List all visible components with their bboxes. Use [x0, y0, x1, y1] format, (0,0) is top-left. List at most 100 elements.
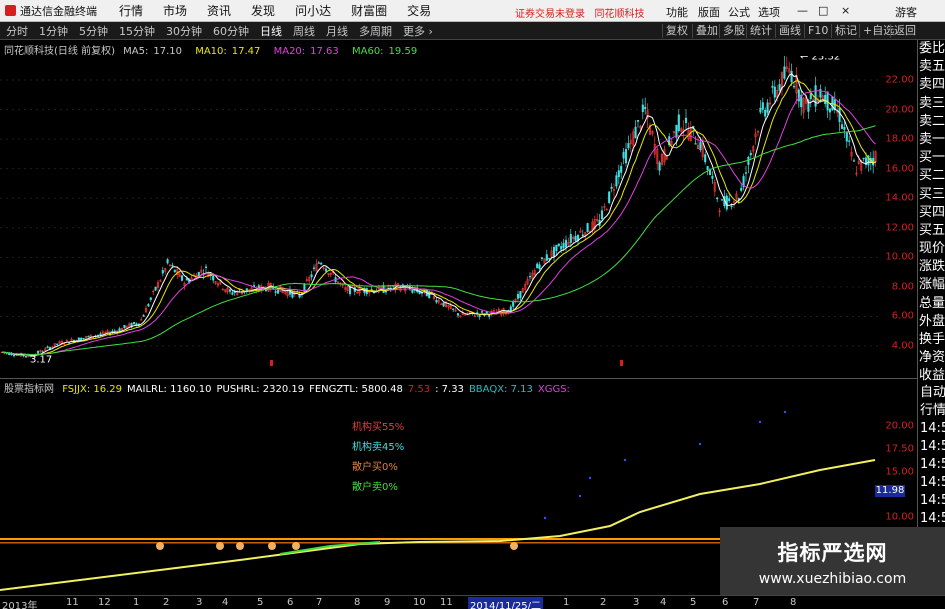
ma5-line [1, 73, 876, 357]
candle-body [852, 160, 856, 162]
candle-body [512, 301, 515, 307]
menu-function[interactable]: 功能 [666, 4, 688, 20]
candle-body [312, 267, 316, 269]
multi-stock-button[interactable]: 多股 [719, 24, 745, 38]
candle-body [600, 210, 604, 220]
candle-body [792, 85, 796, 88]
candle-body [620, 165, 623, 173]
axis-tick-3: 16.00 [885, 163, 914, 175]
tick-item-7: 14:50 [920, 511, 945, 526]
sidebar-item-4: 卖二 [919, 113, 945, 129]
sidebar-item-13: 涨幅 [919, 277, 945, 293]
candle-body [819, 89, 822, 98]
overlay-button[interactable]: 叠加 [692, 24, 718, 38]
maximize-button[interactable]: □ [818, 4, 828, 17]
menu-discover[interactable]: 发现 [251, 2, 275, 19]
candle-body [644, 106, 647, 110]
period-multi[interactable]: 多周期 [359, 23, 392, 39]
candle-body [809, 93, 812, 100]
period-60min[interactable]: 60分钟 [213, 23, 249, 39]
f10-button[interactable]: F10 [804, 24, 828, 38]
draw-button[interactable]: 画线 [775, 24, 801, 38]
menu-wealth[interactable]: 财富圈 [351, 2, 387, 19]
period-15min[interactable]: 15分钟 [119, 23, 155, 39]
candle-body [36, 350, 40, 354]
period-30min[interactable]: 30分钟 [166, 23, 202, 39]
menu-ask[interactable]: 问小达 [295, 2, 331, 19]
candle-body [728, 198, 731, 201]
candle-body [324, 268, 328, 272]
threshold-band [0, 538, 720, 540]
menu-news[interactable]: 资讯 [207, 2, 231, 19]
mark-button[interactable]: 标记 [831, 24, 857, 38]
candle-body [677, 114, 680, 132]
period-1min[interactable]: 1分钟 [39, 23, 68, 39]
candle-body [528, 276, 532, 278]
candle-body [824, 94, 827, 104]
axis-tick-7: 8.00 [891, 281, 914, 293]
candle-body [228, 289, 232, 292]
add-watchlist-button[interactable]: +自选 [859, 24, 894, 38]
current-value-badge: 11.98 [875, 485, 905, 497]
candle-body [317, 262, 320, 264]
candle-body [538, 264, 541, 269]
login-alert[interactable]: 证券交易未登录 同花顺科技 [515, 5, 645, 20]
time-label-5: 3 [196, 597, 203, 608]
menu-bar: 通达信金融终端 行情 市场 资讯 发现 问小达 财富圈 交易 证券交易未登录 同… [0, 0, 945, 22]
candle-body [759, 107, 762, 113]
sidebar-item-14: 总量 [919, 295, 945, 311]
close-button[interactable]: × [841, 4, 850, 17]
axis-tick-0: 20.00 [885, 420, 914, 432]
period-monthly[interactable]: 月线 [326, 23, 348, 39]
period-weekly[interactable]: 周线 [293, 23, 315, 39]
candle-body [624, 149, 628, 164]
period-timeshare[interactable]: 分时 [6, 23, 28, 39]
minimize-button[interactable]: — [797, 4, 808, 17]
main-chart-header: 同花顺科技(日线 前复权) MA5: 17.10 MA10: 17.47 MA20:… [4, 42, 432, 57]
stats-button[interactable]: 统计 [746, 24, 772, 38]
candle-body [862, 157, 865, 160]
candle-body [149, 297, 152, 300]
candle-body [87, 335, 90, 338]
signal-marker [292, 542, 300, 550]
candle-body [147, 304, 150, 307]
period-5min[interactable]: 5分钟 [79, 23, 108, 39]
back-button[interactable]: 返回 [890, 24, 916, 38]
candle-body [615, 175, 618, 187]
adjust-button[interactable]: 复权 [662, 24, 688, 38]
signal-marker [268, 542, 276, 550]
candle-body [848, 140, 851, 142]
candlestick-chart[interactable]: ← 23.32 3.17 [0, 56, 880, 378]
indicator-header: 股票指标网 FSJJX: 16.29 MAILRL: 1160.10 PUSHRL:… [4, 380, 580, 395]
time-label-7: 5 [257, 597, 264, 608]
candle-body [132, 321, 136, 325]
candle-body [711, 175, 714, 179]
period-more[interactable]: 更多 › [403, 23, 433, 39]
time-label-0: 2013年 [2, 601, 38, 609]
candle-body [761, 102, 764, 110]
time-label-20: 6 [722, 597, 729, 608]
low-price-label: 3.17 [30, 354, 52, 365]
menu-formula[interactable]: 公式 [728, 4, 750, 20]
high-price-label: ← 23.32 [800, 56, 840, 62]
menu-market[interactable]: 市场 [163, 2, 187, 19]
candle-body [231, 292, 234, 295]
candle-body [641, 104, 644, 112]
sidebar-item-10: 买五 [919, 222, 945, 238]
menu-layout[interactable]: 版面 [698, 4, 720, 20]
sidebar-item-15: 外盘 [919, 313, 945, 329]
candle-body [610, 186, 613, 189]
legend-inst-buy: 机构买55% [352, 422, 405, 433]
candle-body [452, 308, 455, 310]
menu-options[interactable]: 选项 [758, 4, 780, 20]
menu-trade[interactable]: 交易 [407, 2, 431, 19]
axis-tick-3: 10.00 [885, 511, 914, 523]
brand-text: 同花顺科技 [594, 9, 645, 20]
candle-body [562, 242, 565, 248]
period-daily[interactable]: 日线 [260, 23, 282, 39]
time-label-1: 11 [66, 597, 79, 608]
event-marker [620, 360, 623, 366]
axis-tick-4: 14.00 [885, 192, 914, 204]
menu-market-quotes[interactable]: 行情 [119, 2, 143, 19]
user-label[interactable]: 游客 [895, 4, 917, 20]
